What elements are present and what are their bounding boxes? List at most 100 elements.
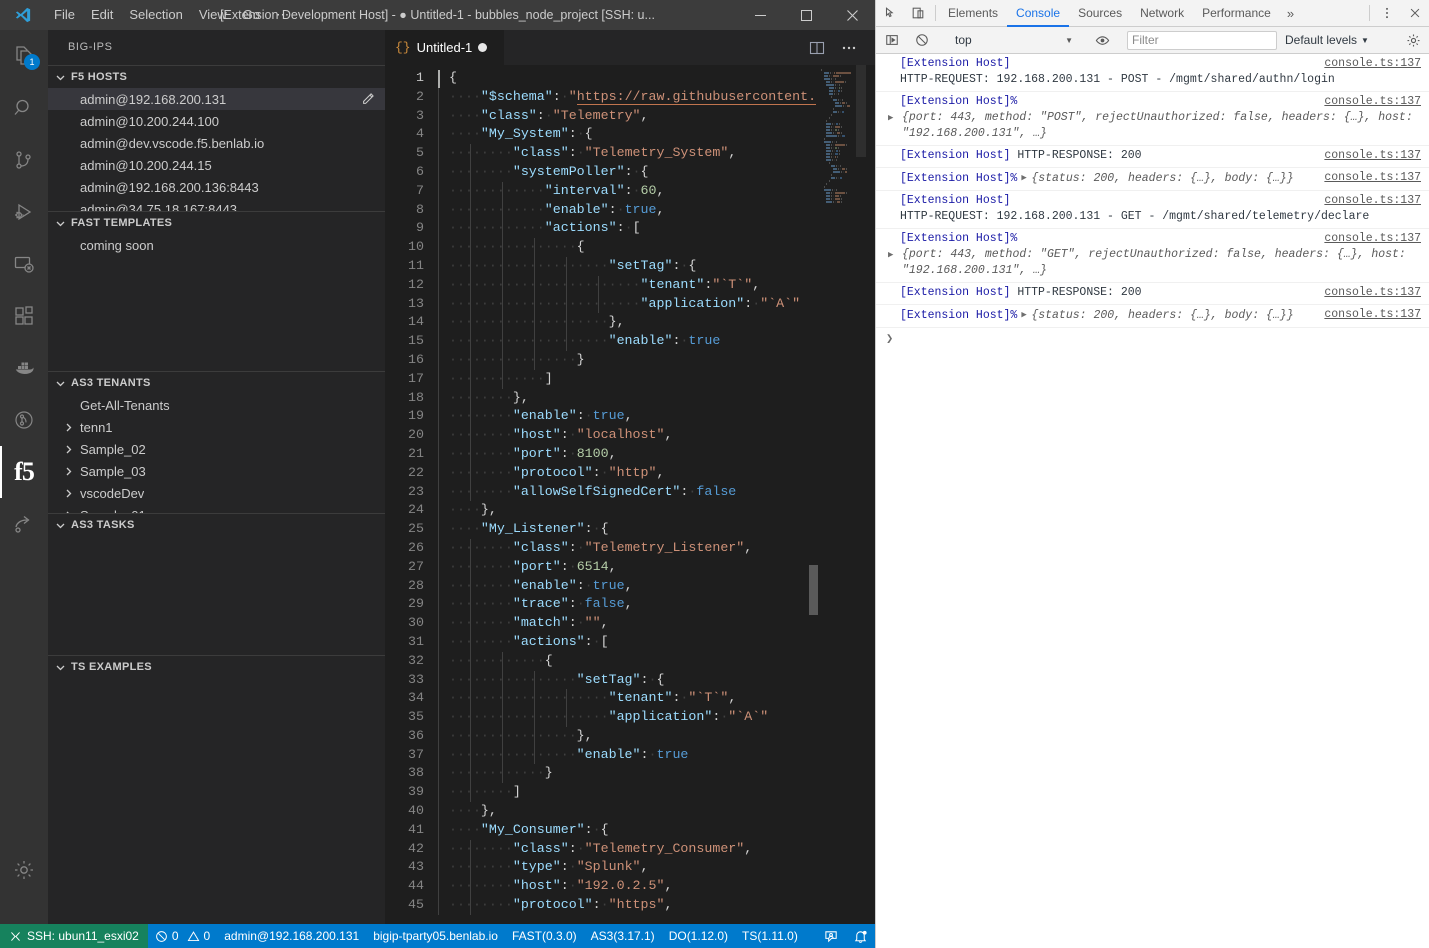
code-line[interactable]: 11 ····················"setTag":·{ [385,256,819,276]
activity-search[interactable] [0,82,48,134]
console-message-list[interactable]: [Extension Host] HTTP-REQUEST: 192.168.20… [876,54,1429,948]
tab-elements[interactable]: Elements [939,0,1007,27]
code-text[interactable]: ························"application":·"… [437,294,819,314]
code-line[interactable]: 24 ····}, [385,501,819,521]
code-text[interactable]: ········"port":·8100, [437,444,819,464]
code-line[interactable]: 43 ········"type":·"Splunk", [385,858,819,878]
more-tabs-icon[interactable]: » [1280,0,1301,26]
menu-overflow[interactable]: ⋯ [268,0,297,30]
console-message[interactable]: [Extension Host]% ▶ {status: 200, headers:… [876,168,1429,191]
inspect-element-icon[interactable] [876,0,904,26]
fast-template-item[interactable]: coming soon [48,234,385,256]
close-icon[interactable] [1401,0,1429,26]
console-message[interactable]: [Extension Host] HTTP-REQUEST: 192.168.20… [876,191,1429,229]
tenant-item[interactable]: tenn1 [48,416,385,438]
expand-triangle-icon[interactable]: ▶ [888,110,898,126]
code-line[interactable]: 8 ············"enable":·true, [385,200,819,220]
code-line[interactable]: 40 ····}, [385,802,819,821]
code-text[interactable]: ····················"setTag":·{ [437,256,819,276]
code-line[interactable]: 6 ········"systemPoller":·{ [385,162,819,182]
section-header-as3-tenants[interactable]: AS3 TENANTS [48,372,385,394]
console-message[interactable]: [Extension Host] HTTP-RESPONSE: 200 conso… [876,283,1429,305]
code-text[interactable]: ····················}, [437,313,819,333]
code-line[interactable]: 41 ····"My_Consumer":·{ [385,820,819,840]
bell-icon[interactable] [846,924,875,948]
section-header-as3-tasks[interactable]: AS3 TASKS [48,514,385,536]
activity-remote-explorer[interactable] [0,238,48,290]
console-source-link[interactable]: console.ts:137 [1324,231,1421,247]
console-filter-input[interactable] [1127,30,1277,50]
activity-extensions[interactable] [0,290,48,342]
activity-git-graph[interactable] [0,394,48,446]
code-text[interactable]: ········"class":·"Telemetry_System", [437,144,819,163]
tenant-item[interactable]: Sample_01 [48,504,385,513]
code-text[interactable]: ····"$schema":·"https://raw.githubuserco… [437,87,819,107]
console-object-preview[interactable]: ▶ {status: 200, headers: {…}, body: {…}} [1021,172,1293,185]
code-line[interactable]: 13 ························"application":… [385,294,819,314]
activity-f5[interactable]: f5 [0,446,48,498]
expand-triangle-icon[interactable]: ▶ [1021,307,1031,323]
tab-console[interactable]: Console [1007,0,1070,27]
close-button[interactable] [829,0,875,30]
code-line[interactable]: 14 ····················}, [385,313,819,333]
activity-docker[interactable] [0,342,48,394]
console-source-link[interactable]: console.ts:137 [1324,193,1421,209]
code-text[interactable]: ························"tenant":"`T`", [437,275,819,295]
code-line[interactable]: 23 ········"allowSelfSignedCert":·false [385,482,819,502]
menu-file[interactable]: File [46,0,83,30]
dirty-indicator[interactable] [478,43,488,52]
code-text[interactable]: ············"actions":·[ [437,219,819,239]
kebab-menu-icon[interactable] [1373,0,1401,26]
code-text[interactable]: ····"My_System":·{ [437,125,819,145]
more-actions-icon[interactable] [835,30,863,65]
code-text[interactable]: ················"setTag":·{ [437,670,819,690]
code-text[interactable]: ········"trace":·false, [437,595,819,615]
code-line[interactable]: 38 ············} [385,764,819,784]
activity-source-control[interactable] [0,134,48,186]
log-levels-select[interactable]: Default levels ▼ [1279,33,1375,47]
editor-scrollbar[interactable] [809,65,819,924]
code-text[interactable]: ········"host":·"localhost", [437,426,819,445]
tab-performance[interactable]: Performance [1193,0,1280,27]
code-line[interactable]: 35 ····················"application":·"`A… [385,708,819,727]
activity-share[interactable] [0,498,48,550]
code-text[interactable]: ········"class":·"Telemetry_Listener", [437,538,819,558]
activity-explorer[interactable]: 1 [0,30,48,82]
code-text[interactable]: ····}, [437,802,819,821]
tab-untitled-1[interactable]: {} Untitled-1 [385,30,505,65]
menu-view[interactable]: View [191,0,235,30]
status-as3-version[interactable]: AS3(3.17.1) [584,924,662,948]
code-lines-area[interactable]: 1{2 ····"$schema":·"https://raw.githubuse… [385,65,819,924]
code-line[interactable]: 15 ····················"enable":·true [385,332,819,351]
code-content[interactable]: 1{2 ····"$schema":·"https://raw.githubuse… [385,69,819,915]
status-problems[interactable]: 0 0 [148,924,217,948]
code-text[interactable]: ············"enable":·true, [437,200,819,220]
code-line[interactable]: 7 ············"interval":·60, [385,181,819,201]
minimize-button[interactable] [737,0,783,30]
code-line[interactable]: 45 ········"protocol":·"https", [385,896,819,915]
console-sidebar-icon[interactable] [878,33,906,47]
code-text[interactable]: ············{ [437,651,819,671]
code-line[interactable]: 36 ················}, [385,726,819,746]
code-text[interactable]: ····"class":·"Telemetry", [437,106,819,126]
tab-sources[interactable]: Sources [1069,0,1131,27]
tab-network[interactable]: Network [1131,0,1193,27]
code-text[interactable]: ····"My_Listener":·{ [437,520,819,539]
code-line[interactable]: 17 ············] [385,369,819,389]
section-header-fast-templates[interactable]: FAST TEMPLATES [48,212,385,234]
code-text[interactable]: ········"actions":·[ [437,632,819,652]
tenant-item[interactable]: vscodeDev [48,482,385,504]
section-header-f5-hosts[interactable]: F5 HOSTS [48,66,385,88]
code-line[interactable]: 28 ········"enable":·true, [385,576,819,596]
status-hostname[interactable]: bigip-tparty05.benlab.io [366,924,505,948]
host-item[interactable]: admin@192.168.200.131 [48,88,385,110]
tenant-item[interactable]: Sample_03 [48,460,385,482]
console-prompt[interactable]: ❯ [876,328,1429,349]
code-text[interactable]: ············} [437,764,819,784]
code-line[interactable]: 29 ········"trace":·false, [385,595,819,615]
console-source-link[interactable]: console.ts:137 [1324,94,1421,110]
code-text[interactable]: ········"match":·"", [437,614,819,633]
console-object-preview[interactable]: ▶ {port: 443, method: "GET", rejectUnauth… [888,247,1429,279]
console-message[interactable]: [Extension Host] HTTP-RESPONSE: 200 conso… [876,146,1429,168]
tenant-item[interactable]: Get-All-Tenants [48,394,385,416]
